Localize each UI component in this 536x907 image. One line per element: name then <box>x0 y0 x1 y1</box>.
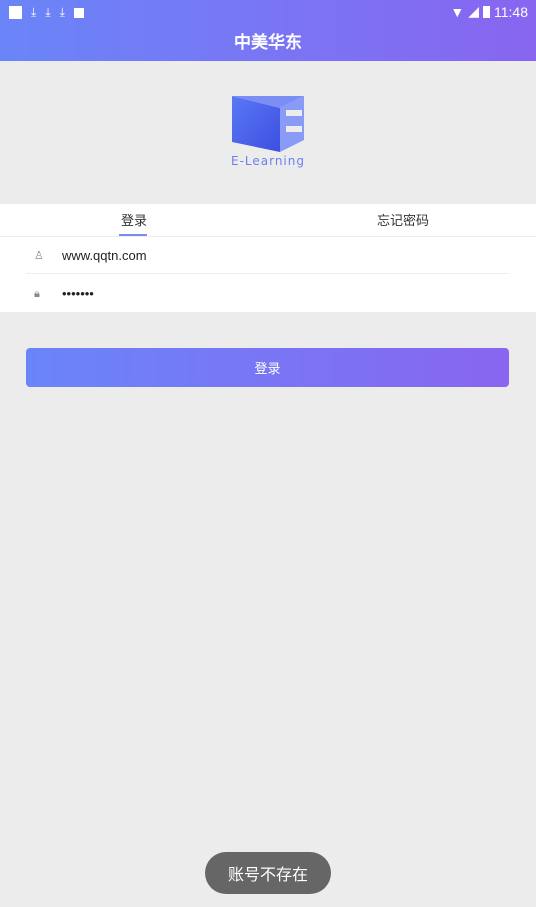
lock-icon: 🔒︎ <box>34 286 40 300</box>
wifi-icon: ▼ <box>450 3 465 20</box>
username-field[interactable]: ♙ www.qqtn.com <box>26 237 509 274</box>
password-field[interactable]: 🔒︎ ••••••• <box>26 275 509 312</box>
status-bar-system: ▼ ◢ 11:48 <box>450 3 528 20</box>
logo-text: E-Learning <box>230 154 305 168</box>
battery-icon <box>483 5 490 18</box>
password-input[interactable]: ••••••• <box>62 286 94 301</box>
notification-square-icon <box>9 6 22 19</box>
login-button[interactable]: 登录 <box>26 348 509 387</box>
tab-bar: 登录 忘记密码 <box>0 204 536 237</box>
user-icon: ♙ <box>34 248 44 262</box>
app-header: ⤓ ⤓ ⤓ ▼ ◢ 11:48 中美华东 <box>0 0 536 61</box>
tab-login[interactable]: 登录 <box>121 210 147 229</box>
download-icon: ⤓ <box>45 5 51 19</box>
app-notification-icon <box>73 7 84 18</box>
status-bar-notifications: ⤓ ⤓ ⤓ <box>9 5 84 20</box>
toast-message: 账号不存在 <box>205 852 331 894</box>
clock: 11:48 <box>494 3 528 20</box>
login-form: ♙ www.qqtn.com 🔒︎ ••••••• <box>0 237 536 312</box>
username-input[interactable]: www.qqtn.com <box>62 248 147 263</box>
active-tab-indicator <box>119 234 147 236</box>
download-icon: ⤓ <box>31 5 37 19</box>
page-title: 中美华东 <box>234 33 302 53</box>
download-icon: ⤓ <box>59 5 65 19</box>
tab-forgot-password[interactable]: 忘记密码 <box>377 210 429 229</box>
e-learning-logo <box>232 96 304 152</box>
signal-icon: ◢ <box>468 3 479 19</box>
